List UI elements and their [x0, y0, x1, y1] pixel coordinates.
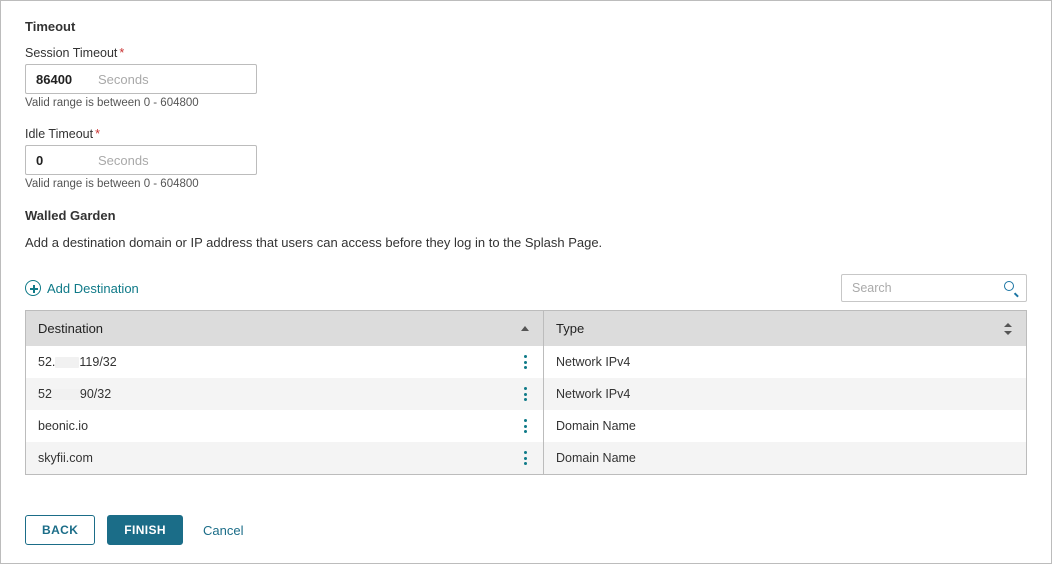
sort-asc-icon[interactable]: [519, 323, 531, 335]
type-cell: Domain Name: [544, 410, 1026, 442]
session-timeout-suffix: Seconds: [98, 72, 149, 87]
idle-timeout-suffix: Seconds: [98, 153, 149, 168]
idle-timeout-input[interactable]: [36, 153, 96, 168]
destinations-table: Destination Type 52.119/32Network IPv452…: [25, 310, 1027, 475]
idle-timeout-field: Idle Timeout* Seconds Valid range is bet…: [25, 127, 1027, 190]
search-input[interactable]: [850, 280, 990, 296]
destination-value: 5290/32: [38, 387, 111, 401]
type-cell: Network IPv4: [544, 346, 1026, 378]
session-timeout-label: Session Timeout*: [25, 46, 1027, 60]
destination-cell: 5290/32: [26, 378, 544, 410]
table-row: 52.119/32 Network IPv4: [26, 346, 1026, 378]
session-timeout-input[interactable]: [36, 72, 96, 87]
sort-icon[interactable]: [1002, 323, 1014, 335]
cancel-link[interactable]: Cancel: [203, 523, 243, 538]
type-cell: Network IPv4: [544, 378, 1026, 410]
destination-cell: 52.119/32: [26, 346, 544, 378]
destination-value: skyfii.com: [38, 451, 93, 465]
required-asterisk: *: [119, 46, 124, 60]
required-asterisk: *: [95, 127, 100, 141]
footer-bar: BACK FINISH Cancel: [25, 515, 243, 545]
row-actions-menu-icon[interactable]: [519, 355, 531, 369]
column-header-type-label: Type: [556, 321, 584, 336]
redacted-segment: [52, 389, 80, 400]
session-timeout-label-text: Session Timeout: [25, 46, 117, 60]
row-actions-menu-icon[interactable]: [519, 419, 531, 433]
search-icon[interactable]: [1004, 281, 1018, 295]
idle-timeout-input-wrapper[interactable]: Seconds: [25, 145, 257, 175]
column-header-destination[interactable]: Destination: [26, 311, 544, 346]
session-timeout-field: Session Timeout* Seconds Valid range is …: [25, 46, 1027, 109]
table-header-row: Destination Type: [26, 311, 1026, 346]
add-destination-label: Add Destination: [47, 281, 139, 296]
walled-garden-toolbar: Add Destination: [25, 274, 1027, 302]
type-cell: Domain Name: [544, 442, 1026, 474]
table-row: beonic.io Domain Name: [26, 410, 1026, 442]
row-actions-menu-icon[interactable]: [519, 451, 531, 465]
destination-cell: beonic.io: [26, 410, 544, 442]
row-actions-menu-icon[interactable]: [519, 387, 531, 401]
search-box[interactable]: [841, 274, 1027, 302]
idle-timeout-hint: Valid range is between 0 - 604800: [25, 178, 1027, 190]
idle-timeout-label-text: Idle Timeout: [25, 127, 93, 141]
column-header-destination-label: Destination: [38, 321, 103, 336]
timeout-heading: Timeout: [25, 19, 1027, 34]
redacted-segment: [55, 357, 79, 368]
destination-value: beonic.io: [38, 419, 88, 433]
back-button[interactable]: BACK: [25, 515, 95, 545]
destination-value: 52.119/32: [38, 355, 117, 369]
table-row: 5290/32 Network IPv4: [26, 378, 1026, 410]
walled-garden-heading: Walled Garden: [25, 208, 1027, 223]
column-header-type[interactable]: Type: [544, 311, 1026, 346]
plus-circle-icon: [25, 280, 41, 296]
finish-button[interactable]: FINISH: [107, 515, 183, 545]
table-row: skyfii.com Domain Name: [26, 442, 1026, 474]
walled-garden-description: Add a destination domain or IP address t…: [25, 235, 1027, 250]
idle-timeout-label: Idle Timeout*: [25, 127, 1027, 141]
session-timeout-hint: Valid range is between 0 - 604800: [25, 97, 1027, 109]
session-timeout-input-wrapper[interactable]: Seconds: [25, 64, 257, 94]
add-destination-link[interactable]: Add Destination: [25, 280, 139, 296]
destination-cell: skyfii.com: [26, 442, 544, 474]
